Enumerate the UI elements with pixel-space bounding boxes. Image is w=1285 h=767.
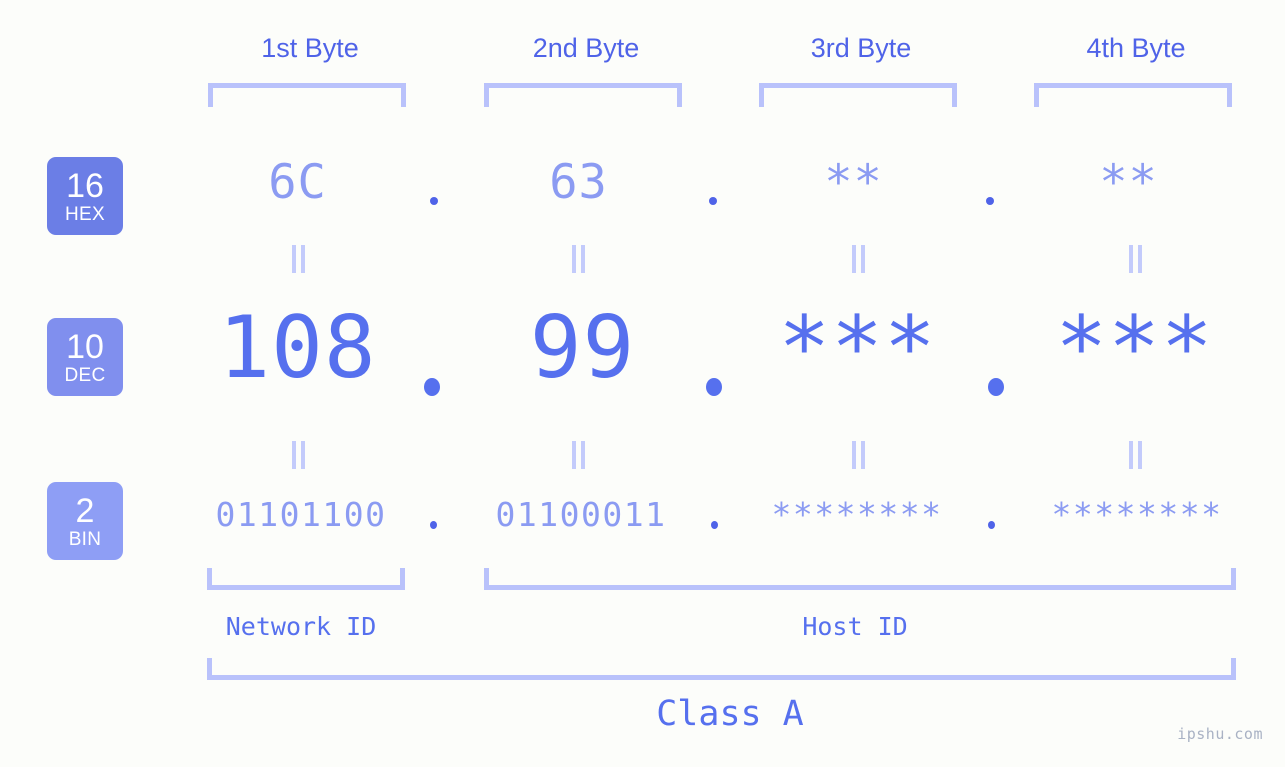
equality-mark-dec-bin-2	[572, 441, 585, 469]
dec-byte-3-value: ***	[778, 298, 937, 398]
base-badge-bin-number: 2	[75, 491, 95, 530]
class-label: Class A	[656, 694, 804, 734]
base-badge-hex-number: 16	[66, 166, 104, 205]
class-bracket	[207, 658, 1236, 680]
hex-byte-1-value: 6C	[268, 155, 327, 210]
bin-separator-dot-1	[430, 521, 437, 529]
dec-separator-dot-1	[424, 378, 440, 396]
base-badge-bin: 2 BIN	[47, 482, 123, 560]
watermark: ipshu.com	[1177, 725, 1263, 743]
dec-byte-4-value: ***	[1055, 298, 1214, 398]
hex-byte-4-value: **	[1099, 155, 1158, 210]
base-badge-dec: 10 DEC	[47, 318, 123, 396]
base-badge-dec-system: DEC	[64, 364, 106, 386]
equality-mark-hex-dec-3	[852, 245, 865, 273]
byte-bracket-2	[484, 83, 682, 107]
byte-bracket-3	[759, 83, 957, 107]
equality-mark-hex-dec-2	[572, 245, 585, 273]
byte-bracket-4	[1034, 83, 1232, 107]
byte-bracket-1	[208, 83, 406, 107]
host-id-label: Host ID	[802, 612, 908, 641]
byte-header-1: 1st Byte	[261, 33, 359, 63]
byte-header-2: 2nd Byte	[532, 33, 640, 63]
byte-header-3: 3rd Byte	[810, 33, 912, 63]
dec-separator-dot-3	[988, 378, 1004, 396]
ip-address-breakdown-diagram: 16 HEX 10 DEC 2 BIN 1st Byte 2nd Byte 3r…	[0, 0, 1285, 767]
equality-mark-dec-bin-1	[292, 441, 305, 469]
base-badge-bin-system: BIN	[68, 528, 102, 550]
hex-separator-dot-1	[430, 197, 438, 205]
base-badge-hex: 16 HEX	[47, 157, 123, 235]
equality-mark-hex-dec-1	[292, 245, 305, 273]
equality-mark-hex-dec-4	[1129, 245, 1142, 273]
base-badge-dec-number: 10	[66, 327, 104, 366]
hex-byte-2-value: 63	[549, 155, 608, 210]
equality-mark-dec-bin-4	[1129, 441, 1142, 469]
host-id-bracket	[484, 568, 1236, 590]
dec-separator-dot-2	[706, 378, 722, 396]
byte-header-4: 4th Byte	[1086, 33, 1186, 63]
network-id-bracket	[207, 568, 405, 590]
dec-byte-1-value: 108	[218, 298, 377, 398]
bin-byte-4-value: ********	[1051, 495, 1223, 534]
equality-mark-dec-bin-3	[852, 441, 865, 469]
bin-separator-dot-2	[711, 521, 718, 529]
bin-separator-dot-3	[988, 521, 995, 529]
bin-byte-2-value: 01100011	[495, 495, 667, 534]
dec-byte-2-value: 99	[529, 298, 636, 398]
bin-byte-3-value: ********	[771, 495, 943, 534]
base-badge-hex-system: HEX	[65, 203, 105, 225]
hex-separator-dot-2	[709, 197, 717, 205]
bin-byte-1-value: 01101100	[215, 495, 387, 534]
hex-separator-dot-3	[986, 197, 994, 205]
hex-byte-3-value: **	[824, 155, 883, 210]
network-id-label: Network ID	[225, 612, 377, 641]
